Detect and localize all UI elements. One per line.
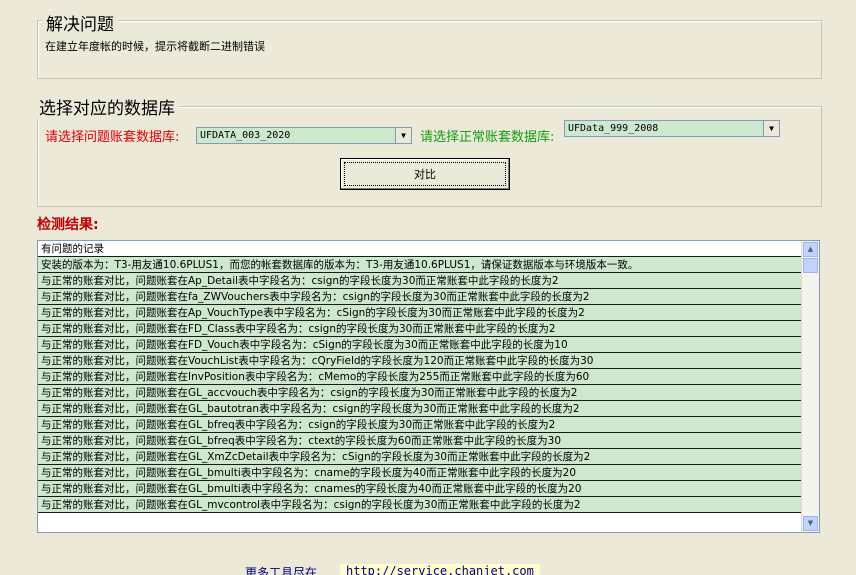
list-item[interactable]: 与正常的账套对比，问题账套在GL_bmulti表中字段名为：cnames的字段长… <box>38 481 802 497</box>
list-item[interactable]: 与正常的账套对比，问题账套在GL_bfreq表中字段名为：csign的字段长度为… <box>38 417 802 433</box>
normal-db-select[interactable]: UFData_999_2008 ▼ <box>564 120 780 137</box>
list-item[interactable]: 安装的版本为：T3-用友通10.6PLUS1，而您的帐套数据库的版本为：T3-用… <box>38 257 802 273</box>
list-item[interactable]: 与正常的账套对比，问题账套在GL_XmZcDetail表中字段名为：cSign的… <box>38 449 802 465</box>
database-title: 选择对应的数据库 <box>35 94 179 119</box>
results-list[interactable]: 有问题的记录 安装的版本为：T3-用友通10.6PLUS1，而您的帐套数据库的版… <box>37 240 820 533</box>
scroll-down-icon[interactable]: ▼ <box>803 516 818 531</box>
results-scrollbar[interactable]: ▲ ▼ <box>801 241 819 532</box>
list-item[interactable]: 与正常的账套对比，问题账套在VouchList表中字段名为：cQryField的… <box>38 353 802 369</box>
chevron-down-icon[interactable]: ▼ <box>763 121 779 136</box>
compare-button[interactable]: 对比 <box>340 158 510 190</box>
list-item[interactable]: 与正常的账套对比，问题账套在GL_accvouch表中字段名为：csign的字段… <box>38 385 802 401</box>
problem-db-label: 请选择问题账套数据库: <box>45 130 180 145</box>
problem-db-value: UFDATA_003_2020 <box>200 130 291 141</box>
list-item[interactable]: 与正常的账套对比，问题账套在Ap_Detail表中字段名为：csign的字段长度… <box>38 273 802 289</box>
footer-label: 更多工具尽在 <box>245 566 318 575</box>
normal-db-value: UFData_999_2008 <box>568 123 659 134</box>
compare-button-label: 对比 <box>344 162 506 186</box>
results-rows: 有问题的记录 安装的版本为：T3-用友通10.6PLUS1，而您的帐套数据库的版… <box>38 241 802 513</box>
footer: 更多工具尽在 http://service.chanjet.com <box>0 560 856 575</box>
results-title: 检测结果: <box>37 217 99 233</box>
results-header: 有问题的记录 <box>38 241 802 257</box>
normal-db-label: 请选择正常账套数据库: <box>420 130 555 145</box>
list-item[interactable]: 与正常的账套对比，问题账套在GL_bmulti表中字段名为：cname的字段长度… <box>38 465 802 481</box>
list-item[interactable]: 与正常的账套对比，问题账套在GL_bautotran表中字段名为：csign的字… <box>38 401 802 417</box>
list-item[interactable]: 与正常的账套对比，问题账套在GL_bfreq表中字段名为：ctext的字段长度为… <box>38 433 802 449</box>
chevron-down-icon[interactable]: ▼ <box>395 128 411 143</box>
footer-link[interactable]: http://service.chanjet.com <box>340 564 540 575</box>
scroll-thumb[interactable] <box>803 258 818 273</box>
list-item[interactable]: 与正常的账套对比，问题账套在FD_Class表中字段名为：csign的字段长度为… <box>38 321 802 337</box>
list-item[interactable]: 与正常的账套对比，问题账套在GL_mvcontrol表中字段名为：csign的字… <box>38 497 802 513</box>
problem-db-select[interactable]: UFDATA_003_2020 ▼ <box>196 127 412 144</box>
list-item[interactable]: 与正常的账套对比，问题账套在InvPosition表中字段名为：cMemo的字段… <box>38 369 802 385</box>
scroll-up-icon[interactable]: ▲ <box>803 242 818 257</box>
list-item[interactable]: 与正常的账套对比，问题账套在FD_Vouch表中字段名为：cSign的字段长度为… <box>38 337 802 353</box>
problem-title: 解决问题 <box>42 10 118 35</box>
list-item[interactable]: 与正常的账套对比，问题账套在fa_ZWVouchers表中字段名为：csign的… <box>38 289 802 305</box>
list-item[interactable]: 与正常的账套对比，问题账套在Ap_VouchType表中字段名为：cSign的字… <box>38 305 802 321</box>
problem-description: 在建立年度帐的时候，提示将截断二进制错误 <box>45 40 265 53</box>
